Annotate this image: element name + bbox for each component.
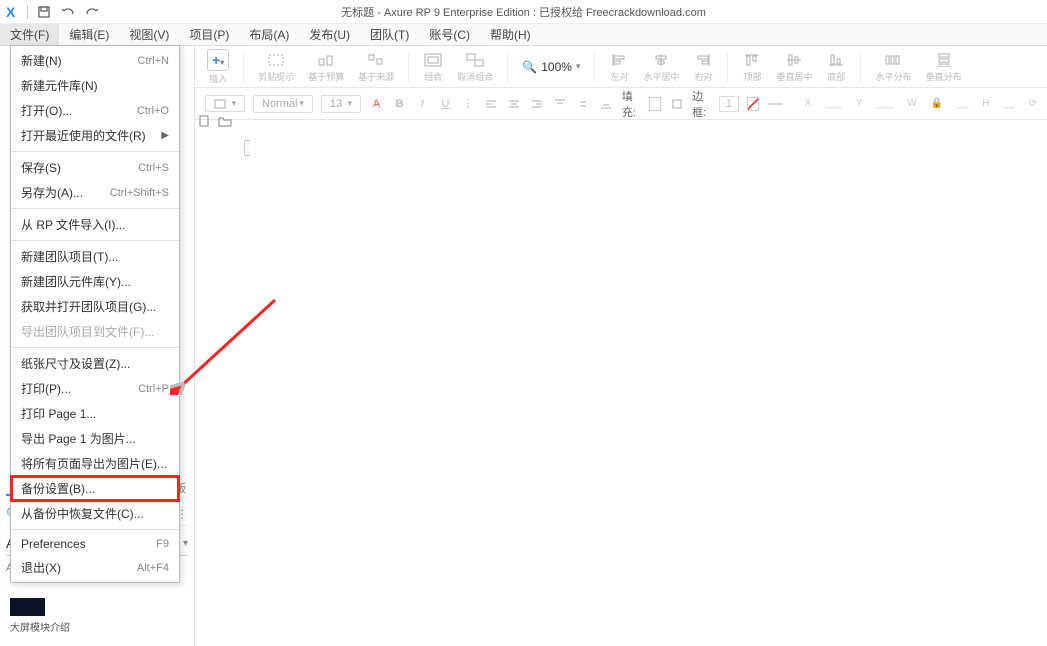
separator bbox=[727, 52, 728, 82]
format-toolbar: ▾ Normal▾ 13▾ A B I U ⋮ 填充: 边框: 1 X___ Y… bbox=[195, 88, 1047, 120]
menu-file[interactable]: 文件(F) bbox=[0, 24, 59, 45]
border-label: 边框: bbox=[692, 88, 711, 120]
menu-team[interactable]: 团队(T) bbox=[360, 24, 419, 45]
fill-label: 填充: bbox=[622, 88, 641, 120]
filemenu-item[interactable]: 从 RP 文件导入(I)... bbox=[11, 212, 179, 237]
widget-label: 大屏模块介绍 bbox=[10, 619, 70, 634]
menu-help[interactable]: 帮助(H) bbox=[480, 24, 541, 45]
filemenu-item[interactable]: 保存(S)Ctrl+S bbox=[11, 155, 179, 180]
separator bbox=[507, 52, 508, 82]
align-right-text-icon[interactable] bbox=[530, 94, 545, 114]
rotate-icon[interactable]: ⟳ bbox=[1029, 98, 1037, 109]
app-logo: X bbox=[6, 4, 15, 20]
align-hcenter[interactable]: 水平居中 bbox=[643, 51, 679, 83]
menu-arrange[interactable]: 布局(A) bbox=[239, 24, 299, 45]
menu-project[interactable]: 项目(P) bbox=[179, 24, 239, 45]
main-toolbar: +▾ 插入 剪贴提示 基于预算 基于来源 组合 取消组合 🔍 100% ▾ 左对… bbox=[195, 46, 1047, 88]
distribute-h[interactable]: 水平分布 bbox=[875, 51, 911, 83]
window-title: 无标题 - Axure RP 9 Enterprise Edition : 已授… bbox=[341, 4, 706, 20]
italic-button[interactable]: I bbox=[415, 94, 430, 114]
filemenu-item: 导出团队项目到文件(F)... bbox=[11, 319, 179, 344]
menu-view[interactable]: 视图(V) bbox=[119, 24, 179, 45]
tool-budget[interactable]: 基于预算 bbox=[308, 51, 344, 83]
filemenu-item[interactable]: 打开最近使用的文件(R)▶ bbox=[11, 123, 179, 148]
align-left[interactable]: 左对 bbox=[609, 51, 629, 83]
filemenu-item[interactable]: 另存为(A)...Ctrl+Shift+S bbox=[11, 180, 179, 205]
undo-icon[interactable] bbox=[59, 3, 77, 21]
border-width[interactable]: 1 bbox=[719, 96, 739, 112]
style-select[interactable]: Normal▾ bbox=[253, 95, 313, 113]
dim-x: X bbox=[804, 98, 811, 109]
chevron-down-icon: ▾ bbox=[183, 538, 188, 549]
menu-edit[interactable]: 编辑(E) bbox=[59, 24, 119, 45]
filemenu-item[interactable]: 备份设置(B)... bbox=[11, 476, 179, 501]
valign-mid-icon[interactable] bbox=[576, 94, 591, 114]
lock-icon[interactable]: 🔒 bbox=[931, 98, 943, 109]
border-style-icon[interactable] bbox=[767, 94, 782, 114]
dim-y: Y bbox=[856, 98, 863, 109]
filemenu-item[interactable]: 导出 Page 1 为图片... bbox=[11, 426, 179, 451]
menubar: 文件(F) 编辑(E) 视图(V) 项目(P) 布局(A) 发布(U) 团队(T… bbox=[0, 24, 1047, 46]
separator bbox=[860, 52, 861, 82]
filemenu-item[interactable]: 获取并打开团队项目(G)... bbox=[11, 294, 179, 319]
filemenu-item[interactable]: 退出(X)Alt+F4 bbox=[11, 555, 179, 580]
align-left-text-icon[interactable] bbox=[484, 94, 499, 114]
fontcolor-button[interactable]: A bbox=[369, 94, 384, 114]
page-tree-icons bbox=[198, 115, 244, 130]
filemenu-item[interactable]: 纸张尺寸及设置(Z)... bbox=[11, 351, 179, 376]
filemenu-item[interactable]: 打开(O)...Ctrl+O bbox=[11, 98, 179, 123]
filemenu-item[interactable]: PreferencesF9 bbox=[11, 533, 179, 555]
search-icon: 🔍 bbox=[522, 60, 537, 74]
align-right[interactable]: 右对 bbox=[693, 51, 713, 83]
filemenu-item[interactable]: 打印(P)...Ctrl+P bbox=[11, 376, 179, 401]
filemenu-item[interactable]: 从备份中恢复文件(C)... bbox=[11, 501, 179, 526]
tool-source[interactable]: 基于来源 bbox=[358, 51, 394, 83]
redo-icon[interactable] bbox=[83, 3, 101, 21]
more-text-icon[interactable]: ⋮ bbox=[461, 94, 476, 114]
fill-more-icon[interactable] bbox=[669, 94, 684, 114]
separator bbox=[243, 52, 244, 82]
menu-publish[interactable]: 发布(U) bbox=[299, 24, 360, 45]
dim-w: W bbox=[907, 98, 916, 109]
filemenu-item[interactable]: 将所有页面导出为图片(E)... bbox=[11, 451, 179, 476]
align-vcenter[interactable]: 垂直居中 bbox=[776, 51, 812, 83]
titlebar: X 无标题 - Axure RP 9 Enterprise Edition : … bbox=[0, 0, 1047, 24]
border-swatch[interactable] bbox=[747, 97, 759, 111]
insert-button[interactable]: +▾ 插入 bbox=[207, 49, 229, 85]
align-center-text-icon[interactable] bbox=[507, 94, 522, 114]
divider bbox=[27, 5, 28, 19]
separator bbox=[594, 52, 595, 82]
zoom-value: 100% bbox=[541, 60, 572, 74]
tool-group[interactable]: 组合 bbox=[423, 51, 443, 83]
filemenu-item[interactable]: 新建团队项目(T)... bbox=[11, 244, 179, 269]
distribute-v[interactable]: 垂直分布 bbox=[926, 51, 962, 83]
filemenu-item[interactable]: 新建团队元件库(Y)... bbox=[11, 269, 179, 294]
valign-bot-icon[interactable] bbox=[599, 94, 614, 114]
shape-select[interactable]: ▾ bbox=[205, 95, 245, 112]
tool-clip[interactable]: 剪贴提示 bbox=[258, 51, 294, 83]
menu-account[interactable]: 账号(C) bbox=[419, 24, 480, 45]
fill-swatch[interactable] bbox=[649, 97, 661, 111]
underline-button[interactable]: U bbox=[438, 94, 453, 114]
zoom-control[interactable]: 🔍 100% ▾ bbox=[522, 60, 580, 74]
insert-label: 插入 bbox=[209, 72, 227, 85]
align-top[interactable]: 顶部 bbox=[742, 51, 762, 83]
valign-top-icon[interactable] bbox=[553, 94, 568, 114]
dim-h: H bbox=[982, 98, 989, 109]
folder-icon[interactable] bbox=[218, 115, 232, 130]
page-icon[interactable] bbox=[198, 115, 210, 130]
align-bottom[interactable]: 底部 bbox=[826, 51, 846, 83]
tool-ungroup[interactable]: 取消组合 bbox=[457, 51, 493, 83]
widget-thumbnail[interactable] bbox=[10, 598, 45, 616]
filemenu-item[interactable]: 打印 Page 1... bbox=[11, 401, 179, 426]
file-menu-dropdown: 新建(N)Ctrl+N新建元件库(N)打开(O)...Ctrl+O打开最近使用的… bbox=[10, 45, 180, 583]
filemenu-item[interactable]: 新建元件库(N) bbox=[11, 73, 179, 98]
fontsize-select[interactable]: 13▾ bbox=[321, 95, 361, 113]
bold-button[interactable]: B bbox=[392, 94, 407, 114]
filemenu-item[interactable]: 新建(N)Ctrl+N bbox=[11, 48, 179, 73]
save-icon[interactable] bbox=[35, 3, 53, 21]
canvas[interactable] bbox=[250, 120, 1047, 646]
separator bbox=[408, 52, 409, 82]
